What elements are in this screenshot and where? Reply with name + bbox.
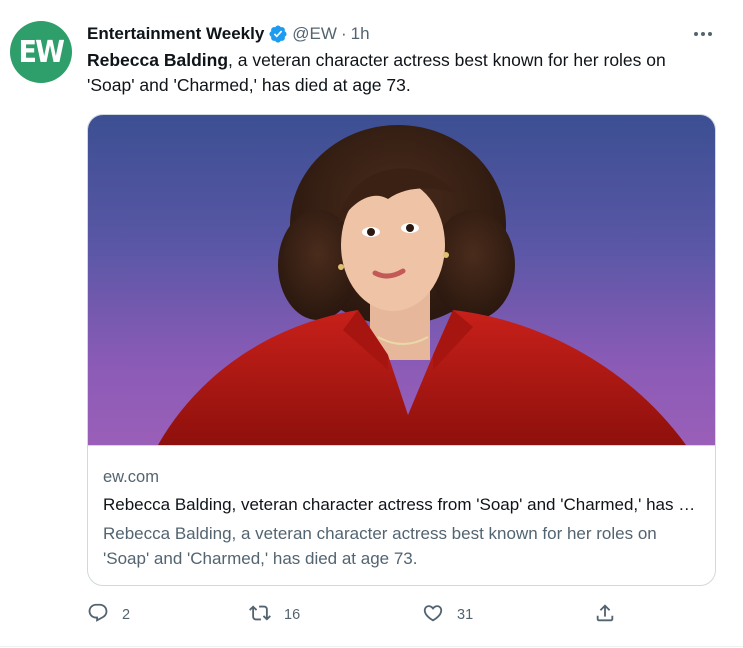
tweet-actions: 2 16 31	[87, 600, 627, 630]
tweet-text-bold[interactable]: Rebecca Balding	[87, 50, 228, 70]
author-name[interactable]: Entertainment Weekly	[87, 24, 264, 44]
card-image[interactable]	[88, 115, 715, 446]
like-icon	[422, 602, 444, 628]
reply-button[interactable]: 2	[87, 600, 130, 630]
tweet-divider	[0, 646, 743, 647]
retweet-icon	[249, 602, 271, 628]
card-domain: ew.com	[103, 468, 159, 486]
author-handle[interactable]: @EW	[292, 24, 337, 44]
tweet-text: Rebecca Balding, a veteran character act…	[87, 48, 717, 98]
tweet[interactable]: EW Entertainment Weekly @EW · 1h Rebecca…	[0, 0, 743, 648]
card-description: Rebecca Balding, a veteran character act…	[103, 524, 657, 568]
reply-icon	[87, 602, 109, 628]
more-options-icon[interactable]	[691, 22, 715, 46]
card-photo-illustration	[158, 125, 686, 445]
timestamp[interactable]: 1h	[351, 24, 370, 44]
share-icon	[594, 602, 616, 628]
retweet-button[interactable]: 16	[249, 600, 300, 630]
like-count: 31	[457, 607, 474, 623]
avatar-logo-text: EW	[18, 34, 65, 70]
separator-dot: ·	[340, 24, 347, 43]
avatar[interactable]: EW	[10, 21, 72, 83]
retweet-count: 16	[284, 607, 301, 623]
link-card[interactable]: ew.com Rebecca Balding, veteran characte…	[87, 114, 716, 586]
verified-badge-icon	[268, 24, 288, 44]
card-title: Rebecca Balding, veteran character actre…	[103, 495, 703, 514]
tweet-header: Entertainment Weekly @EW · 1h	[87, 22, 370, 46]
like-button[interactable]: 31	[422, 600, 473, 630]
reply-count: 2	[122, 607, 131, 623]
share-button[interactable]	[594, 600, 616, 630]
